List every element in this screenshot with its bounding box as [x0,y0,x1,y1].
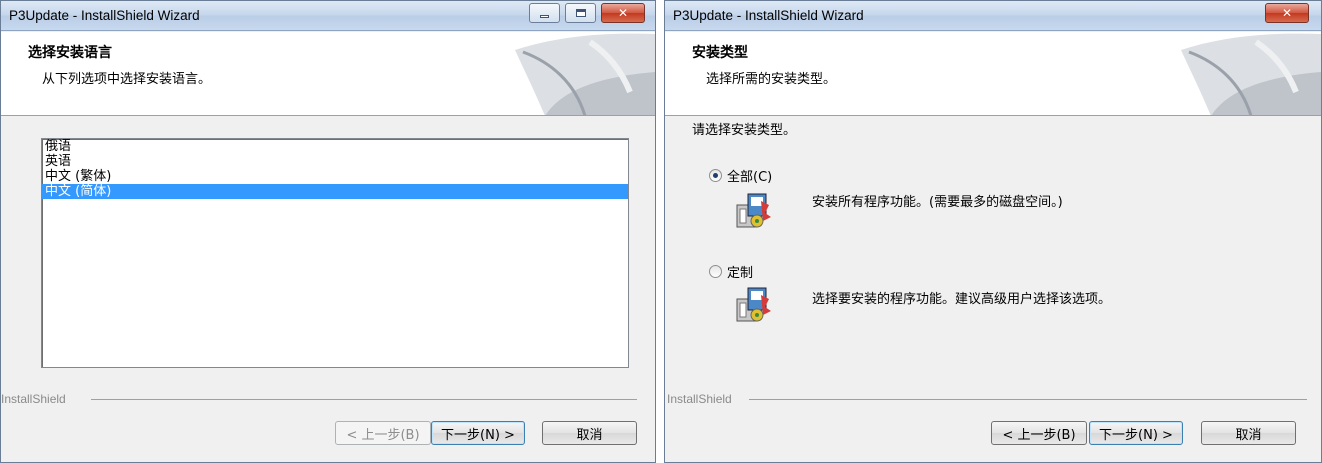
minimize-button[interactable] [529,3,560,23]
divider [91,399,637,400]
window-title: P3Update - InstallShield Wizard [673,8,864,23]
minimize-icon [540,14,549,18]
list-item[interactable]: 英语 [42,154,628,169]
installshield-banner-art [1181,33,1321,115]
option-complete-description: 安装所有程序功能。(需要最多的磁盘空间。) [812,195,1063,210]
maximize-button[interactable] [565,3,596,23]
installshield-banner-art [515,33,655,115]
close-icon: ✕ [617,6,629,20]
cancel-button[interactable]: 取消 [1201,421,1296,445]
radio-complete-label[interactable]: 全部(C) [727,166,772,185]
installshield-brand: InstallShield [667,392,732,406]
radio-custom[interactable]: 定制 [709,262,753,281]
back-button[interactable]: < 上一步(B) [991,421,1087,445]
radio-custom-label[interactable]: 定制 [727,262,753,281]
installshield-brand: InstallShield [1,392,66,406]
list-item-selected[interactable]: 中文 (简体) [42,184,628,199]
radio-complete[interactable]: 全部(C) [709,166,772,185]
header-subtitle: 从下列选项中选择安装语言。 [42,72,212,87]
header-subtitle: 选择所需的安装类型。 [706,72,837,87]
close-button[interactable]: ✕ [601,3,645,23]
wizard-header: 安装类型 选择所需的安装类型。 [665,32,1321,116]
maximize-icon [575,9,586,17]
next-button[interactable]: 下一步(N) > [1089,421,1183,445]
close-icon: ✕ [1281,6,1293,20]
language-listbox[interactable]: 俄语 英语 中文 (繁体) 中文 (简体) [41,138,629,368]
wizard-header: 选择安装语言 从下列选项中选择安装语言。 [1,32,655,116]
window-title: P3Update - InstallShield Wizard [9,8,200,23]
radio-button[interactable] [709,265,722,278]
header-title: 选择安装语言 [28,45,112,61]
divider [749,399,1307,400]
list-item[interactable]: 中文 (繁体) [42,169,628,184]
radio-button-selected[interactable] [709,169,722,182]
install-package-icon [736,193,771,228]
setup-type-prompt: 请选择安装类型。 [692,123,797,138]
install-package-icon [736,287,771,322]
cancel-button[interactable]: 取消 [542,421,637,445]
title-bar[interactable]: P3Update - InstallShield Wizard ✕ [665,1,1321,31]
setup-type-wizard-window: P3Update - InstallShield Wizard ✕ 安装类型 选… [664,0,1322,463]
list-item[interactable]: 俄语 [42,139,628,154]
next-button[interactable]: 下一步(N) > [431,421,525,445]
language-wizard-window: P3Update - InstallShield Wizard ✕ 选择安装语言… [0,0,656,463]
option-custom-description: 选择要安装的程序功能。建议高级用户选择该选项。 [812,292,1112,307]
close-button[interactable]: ✕ [1265,3,1309,23]
title-bar[interactable]: P3Update - InstallShield Wizard ✕ [1,1,655,31]
header-title: 安装类型 [692,45,748,61]
back-button[interactable]: < 上一步(B) [335,421,431,445]
